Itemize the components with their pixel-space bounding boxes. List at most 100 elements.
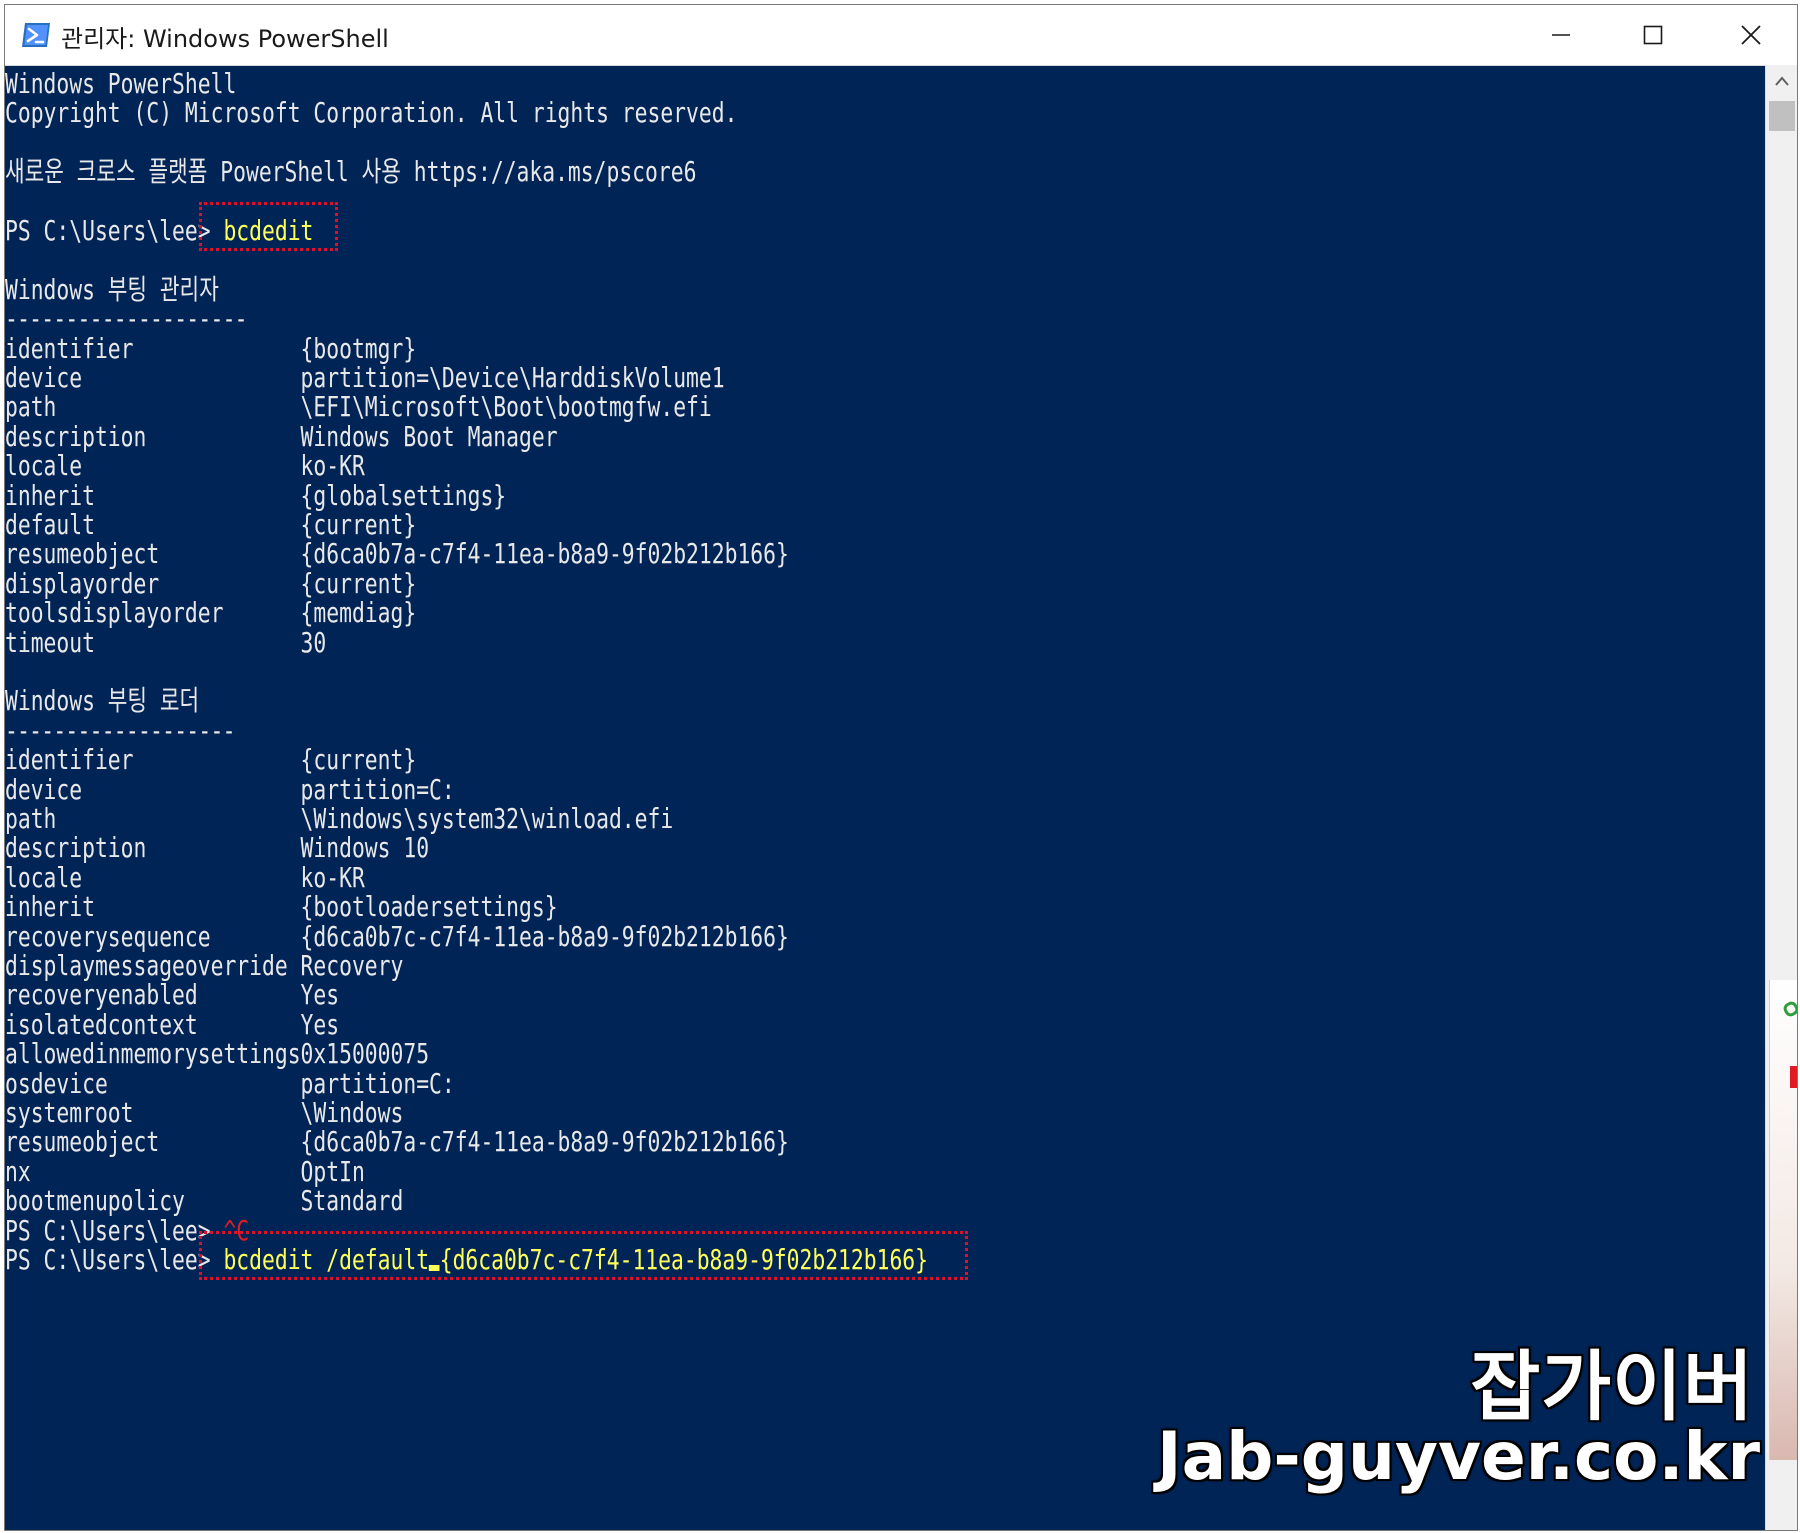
link-icon — [1781, 999, 1797, 1019]
bcd-entry-key: osdevice — [5, 1066, 301, 1100]
powershell-icon — [22, 23, 50, 47]
bcd-entry-value: OptIn — [300, 1154, 365, 1188]
bcd-entry-row: recoverysequence {d6ca0b7c-c7f4-11ea-b8a… — [5, 922, 789, 951]
bcd-entry-value: 30 — [300, 625, 327, 659]
bcd-entry-value: {globalsettings} — [300, 478, 507, 512]
bcd-entry-key: identifier — [5, 743, 301, 777]
prompt-text: PS C:\Users\lee> — [5, 1213, 211, 1247]
bcd-entry-key: default — [5, 508, 301, 541]
section-divider: ------------------- — [5, 713, 235, 747]
bcd-entry-row: inherit {bootloadersettings} — [5, 892, 558, 921]
bcd-entry-row: description Windows 10 — [5, 833, 429, 862]
scroll-thumb[interactable] — [1769, 101, 1795, 131]
bcd-entry-value: Windows 10 — [300, 831, 430, 865]
bcd-entry-key: path — [5, 390, 301, 424]
bcd-entry-key: displayorder — [5, 566, 301, 600]
bcd-entry-value: {current} — [300, 508, 417, 541]
prompt-text: PS C:\Users\lee> — [5, 1243, 211, 1276]
section-divider: -------------------- — [5, 302, 248, 336]
bcd-entry-row: resumeobject {d6ca0b7a-c7f4-11ea-b8a9-9f… — [5, 539, 789, 568]
bcd-entry-row: default {current} — [5, 510, 416, 539]
bcd-entry-key: device — [5, 361, 301, 394]
bcd-entry-row: identifier {bootmgr} — [5, 334, 416, 363]
bcd-entry-value: Yes — [300, 978, 340, 1012]
bcd-entry-row: resumeobject {d6ca0b7a-c7f4-11ea-b8a9-9f… — [5, 1127, 789, 1156]
close-button[interactable] — [1705, 5, 1797, 65]
bcd-entry-key: isolatedcontext — [5, 1007, 301, 1041]
bcd-entry-key: resumeobject — [5, 537, 301, 571]
bcd-entry-row: identifier {current} — [5, 745, 416, 774]
bcd-entry-value: partition=\Device\HarddiskVolume1 — [300, 361, 725, 394]
banner-line: Windows PowerShell — [5, 69, 236, 98]
bcd-entry-key: nx — [5, 1154, 301, 1188]
banner-text: Windows PowerShell — [5, 67, 237, 100]
minimize-button[interactable] — [1515, 5, 1607, 65]
section-title: Windows 부팅 관리자 — [5, 272, 219, 306]
bcd-entry-row: toolsdisplayorder {memdiag} — [5, 598, 416, 627]
title-bar[interactable]: 관리자: Windows PowerShell — [5, 5, 1797, 66]
bcd-entry-key: resumeobject — [5, 1125, 301, 1159]
bcd-entry-row: locale ko-KR — [5, 863, 365, 892]
bcd-entry-key: identifier — [5, 331, 301, 365]
bcd-entry-row: path \Windows\system32\winload.efi — [5, 804, 673, 833]
command-highlight-box — [198, 202, 339, 252]
console-output[interactable]: Windows PowerShell Copyright (C) Microsof… — [5, 65, 1765, 1530]
bcd-entry-row: displaymessageoverride Recovery — [5, 951, 403, 980]
bcd-entry-key: inherit — [5, 478, 301, 512]
bcd-entry-row: allowedinmemorysettings0x15000075 — [5, 1039, 429, 1068]
bcd-entry-value: {current} — [300, 566, 417, 600]
watermark-url: Jab-guyver.co.kr — [1156, 1417, 1762, 1497]
bcd-entry-key: toolsdisplayorder — [5, 596, 301, 630]
bcd-entry-value: {d6ca0b7a-c7f4-11ea-b8a9-9f02b212b166} — [300, 537, 789, 571]
bcd-entry-row: systemroot \Windows — [5, 1098, 403, 1127]
bcd-entry-value: \Windows\system32\winload.efi — [300, 802, 674, 835]
bcd-entry-value: \Windows — [300, 1096, 404, 1129]
bcd-entry-row: description Windows Boot Manager — [5, 422, 558, 451]
bcd-entry-row: timeout 30 — [5, 628, 326, 657]
bcd-entry-row: locale ko-KR — [5, 451, 365, 480]
bcd-entry-row: displayorder {current} — [5, 569, 416, 598]
bcd-entry-value: partition=C: — [300, 1066, 455, 1100]
bcd-entry-value: {d6ca0b7c-c7f4-11ea-b8a9-9f02b212b166} — [300, 919, 789, 953]
bcd-entry-row: inherit {globalsettings} — [5, 481, 506, 510]
bcd-entry-value: 0x15000075 — [300, 1037, 430, 1071]
bcd-entry-key: inherit — [5, 890, 301, 924]
bcd-entry-key: recoveryenabled — [5, 978, 301, 1012]
maximize-button[interactable] — [1607, 5, 1699, 65]
bcd-entry-value: {memdiag} — [300, 596, 417, 630]
bcd-entry-key: locale — [5, 449, 301, 483]
bcd-entry-key: locale — [5, 860, 301, 894]
close-icon — [1741, 25, 1761, 45]
section-rule: ------------------- — [5, 716, 235, 745]
banner-text: 새로운 크로스 플랫폼 PowerShell 사용 https://aka.ms… — [5, 155, 697, 189]
section-title: Windows 부팅 로더 — [5, 684, 200, 718]
bcd-entry-row: device partition=C: — [5, 775, 455, 804]
scroll-up-button[interactable] — [1766, 65, 1797, 97]
bcd-entry-key: description — [5, 419, 301, 453]
bcd-entry-key: systemroot — [5, 1096, 301, 1129]
bcd-entry-row: nx OptIn — [5, 1157, 365, 1186]
bcd-entry-key: displaymessageoverride — [5, 949, 301, 982]
bcd-entry-row: device partition=\Device\HarddiskVolume1 — [5, 363, 725, 392]
bcd-entry-row: bootmenupolicy Standard — [5, 1186, 403, 1215]
banner-line: Copyright (C) Microsoft Corporation. All… — [5, 98, 737, 127]
section-rule: -------------------- — [5, 302, 248, 336]
bcd-entry-value: {d6ca0b7a-c7f4-11ea-b8a9-9f02b212b166} — [300, 1125, 789, 1159]
powershell-window: 관리자: Windows PowerShell Windows PowerShe… — [4, 4, 1798, 1531]
bcd-entry-key: allowedinmemorysettings — [5, 1037, 301, 1071]
bcd-entry-value: {current} — [300, 743, 417, 777]
bcd-entry-key: timeout — [5, 625, 301, 659]
bcd-entry-key: recoverysequence — [5, 919, 301, 953]
bcd-entry-value: {bootmgr} — [300, 331, 417, 365]
red-mark-icon — [1790, 1066, 1797, 1088]
command-highlight-box — [198, 1231, 968, 1281]
maximize-icon — [1643, 25, 1663, 45]
bcd-entry-value: ko-KR — [300, 449, 365, 483]
bcd-entry-value: partition=C: — [300, 772, 455, 806]
bcd-entry-key: bootmenupolicy — [5, 1184, 301, 1218]
bcd-entry-value: Standard — [300, 1184, 404, 1218]
section-heading: Windows 부팅 로더 — [5, 686, 199, 715]
bcd-entry-key: path — [5, 802, 301, 835]
minimize-icon — [1552, 34, 1570, 36]
banner-text: Copyright (C) Microsoft Corporation. All… — [5, 96, 738, 130]
